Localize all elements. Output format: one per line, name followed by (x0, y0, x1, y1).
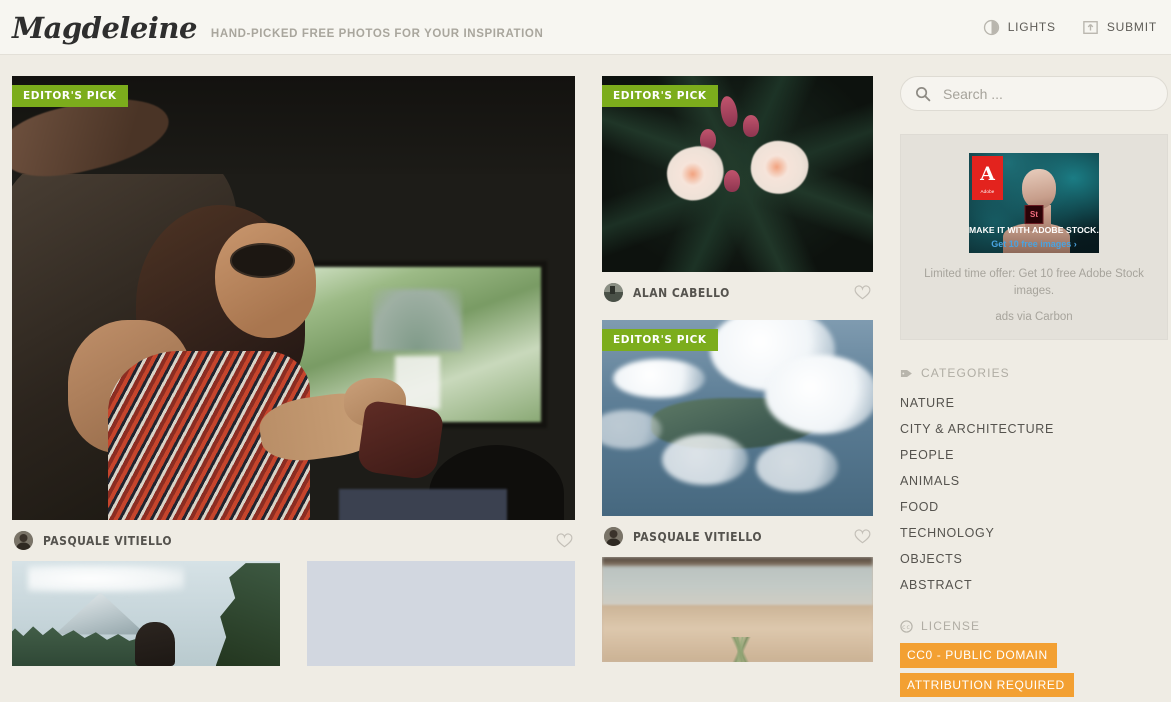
upload-icon (1082, 19, 1099, 36)
license-tag-attribution[interactable]: ATTRIBUTION REQUIRED (900, 672, 1074, 698)
gallery-columns: EDITOR'S PICK PASQUALE VITIELLO EDITOR'S… (12, 76, 873, 668)
ad-model-face (1022, 169, 1057, 209)
adobe-stock-badge: St (1024, 205, 1044, 224)
site-logo[interactable]: Magdeleine (12, 13, 197, 43)
cc-icon: cc (900, 620, 913, 633)
photo-meta: PASQUALE VITIELLO (602, 516, 873, 557)
photo-clouds-over-coastline[interactable]: EDITOR'S PICK (602, 320, 873, 516)
gallery-column-left: EDITOR'S PICK PASQUALE VITIELLO (12, 76, 575, 668)
photo-card[interactable] (307, 561, 575, 666)
avatar (604, 283, 623, 302)
photo-desert-plant-closeup[interactable] (602, 557, 873, 662)
lights-toggle[interactable]: LIGHTS (983, 19, 1056, 36)
photo-card[interactable] (12, 561, 280, 666)
editors-pick-badge: EDITOR'S PICK (12, 85, 128, 107)
editors-pick-badge: EDITOR'S PICK (602, 85, 718, 107)
photo-card[interactable]: EDITOR'S PICK ALAN CABELLO (602, 76, 873, 313)
photo-card[interactable] (602, 557, 873, 662)
photo-woman-in-car-window[interactable]: EDITOR'S PICK (12, 76, 575, 520)
contrast-icon (983, 19, 1000, 36)
avatar (604, 527, 623, 546)
svg-text:cc: cc (902, 624, 911, 631)
gallery-column-right: EDITOR'S PICK ALAN CABELLO EDITOR'S PICK… (602, 76, 873, 668)
ad-tagline: MAKE IT WITH ADOBE STOCK. (969, 225, 1099, 235)
photo-card[interactable]: EDITOR'S PICK PASQUALE VITIELLO (602, 320, 873, 557)
photo-loading-placeholder[interactable] (307, 561, 575, 666)
photo-mountain-forest-person[interactable] (12, 561, 280, 666)
category-food[interactable]: FOOD (900, 494, 1168, 520)
search-input[interactable] (941, 84, 1153, 103)
license-heading: cc LICENSE (900, 619, 1168, 633)
photo-meta: ALAN CABELLO (602, 272, 873, 313)
categories-title: CATEGORIES (921, 366, 1010, 381)
tag-icon (900, 367, 913, 380)
category-nature[interactable]: NATURE (900, 390, 1168, 416)
ad-description: Limited time offer: Get 10 free Adobe St… (924, 268, 1144, 297)
categories-heading: CATEGORIES (900, 366, 1168, 380)
submit-link[interactable]: SUBMIT (1082, 19, 1157, 36)
photo-author[interactable]: PASQUALE VITIELLO (633, 530, 762, 544)
heart-outline-icon[interactable] (556, 533, 573, 548)
categories-list: NATURE CITY & ARCHITECTURE PEOPLE ANIMAL… (900, 390, 1168, 598)
category-abstract[interactable]: ABSTRACT (900, 572, 1168, 598)
brand[interactable]: Magdeleine HAND-PICKED FREE PHOTOS FOR Y… (12, 13, 543, 42)
photo-card[interactable]: EDITOR'S PICK PASQUALE VITIELLO (12, 76, 575, 561)
ad-cta-link[interactable]: Get 10 free images › (969, 239, 1099, 249)
sidebar: A Adobe St MAKE IT WITH ADOBE STOCK. Get… (900, 76, 1168, 698)
category-technology[interactable]: TECHNOLOGY (900, 520, 1168, 546)
category-people[interactable]: PEOPLE (900, 442, 1168, 468)
ad-creative[interactable]: A Adobe St MAKE IT WITH ADOBE STOCK. Get… (969, 153, 1099, 253)
avatar (14, 531, 33, 550)
photo-author[interactable]: PASQUALE VITIELLO (43, 534, 172, 548)
submit-label: SUBMIT (1106, 20, 1157, 34)
photo-author[interactable]: ALAN CABELLO (633, 286, 730, 300)
search-box[interactable] (900, 76, 1168, 111)
ad-container[interactable]: A Adobe St MAKE IT WITH ADOBE STOCK. Get… (900, 134, 1168, 341)
category-objects[interactable]: OBJECTS (900, 546, 1168, 572)
categories-section: CATEGORIES NATURE CITY & ARCHITECTURE PE… (900, 366, 1168, 598)
editors-pick-badge: EDITOR'S PICK (602, 329, 718, 351)
license-tag-list: CC0 - PUBLIC DOMAIN ATTRIBUTION REQUIRED (900, 643, 1168, 702)
header-actions: LIGHTS SUBMIT (983, 19, 1157, 36)
search-icon (915, 86, 931, 102)
gallery-row-bottom (12, 561, 575, 666)
license-title: LICENSE (921, 619, 981, 634)
page-body: EDITOR'S PICK PASQUALE VITIELLO EDITOR'S… (0, 55, 1171, 698)
license-section: cc LICENSE CC0 - PUBLIC DOMAIN ATTRIBUTI… (900, 619, 1168, 702)
heart-outline-icon[interactable] (854, 529, 871, 544)
site-tagline: HAND-PICKED FREE PHOTOS FOR YOUR INSPIRA… (210, 27, 544, 40)
heart-outline-icon[interactable] (854, 285, 871, 300)
ad-attribution[interactable]: ads via Carbon (917, 311, 1151, 323)
photo-meta: PASQUALE VITIELLO (12, 520, 575, 561)
category-city-architecture[interactable]: CITY & ARCHITECTURE (900, 416, 1168, 442)
license-tag-cc0[interactable]: CC0 - PUBLIC DOMAIN (900, 643, 1057, 668)
adobe-logo-text: Adobe (980, 189, 995, 194)
lights-label: LIGHTS (1007, 20, 1056, 34)
category-animals[interactable]: ANIMALS (900, 468, 1168, 494)
site-header: Magdeleine HAND-PICKED FREE PHOTOS FOR Y… (0, 0, 1171, 55)
photo-pink-white-oleander-flowers[interactable]: EDITOR'S PICK (602, 76, 873, 272)
